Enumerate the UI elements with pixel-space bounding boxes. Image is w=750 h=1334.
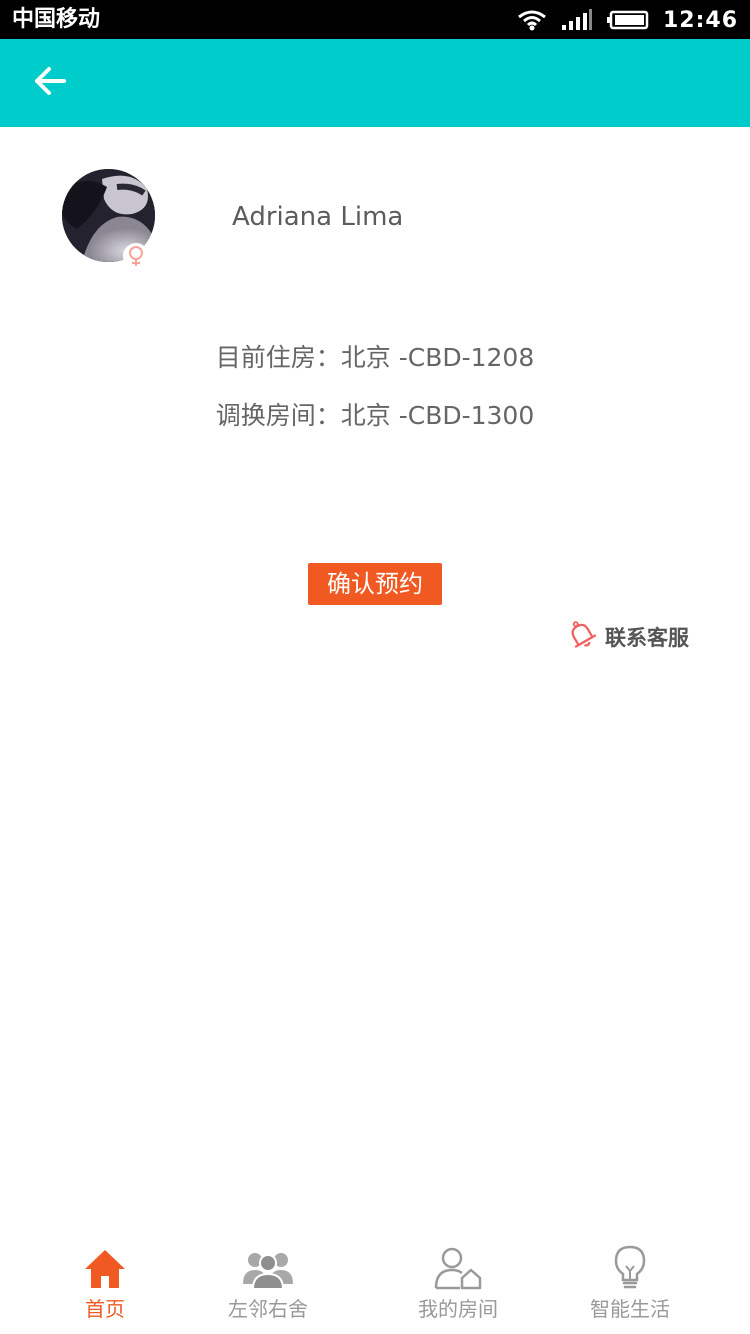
battery-icon [606, 10, 649, 30]
nav-item-smart-life[interactable]: 智能生活 [570, 1240, 690, 1330]
current-room-value: 北京 -CBD-1208 [340, 343, 535, 372]
lightbulb-icon [570, 1240, 690, 1290]
signal-icon [561, 9, 593, 31]
contact-service-button[interactable]: 联系客服 [565, 619, 689, 655]
carrier-name: 中国移动 [12, 7, 101, 32]
home-icon [45, 1240, 165, 1290]
current-room-line: 目前住房：北京 -CBD-1208 [0, 341, 750, 375]
people-icon [208, 1240, 328, 1290]
user-name: Adriana Lima [232, 202, 404, 232]
swap-room-line: 调换房间：北京 -CBD-1300 [0, 399, 750, 433]
swap-room-label: 调换房间： [215, 401, 341, 430]
bell-icon [565, 618, 599, 656]
status-icons: 12:46 [517, 5, 738, 35]
arrow-left-icon [33, 66, 67, 100]
confirm-booking-button[interactable]: 确认预约 [308, 563, 442, 605]
nav-label-my-room: 我的房间 [418, 1297, 498, 1321]
status-time: 12:46 [662, 7, 738, 33]
nav-item-my-room[interactable]: 我的房间 [398, 1240, 518, 1330]
nav-label-neighbors: 左邻右舍 [228, 1297, 308, 1321]
nav-item-home[interactable]: 首页 [45, 1240, 165, 1330]
user-house-icon [398, 1240, 518, 1290]
back-button[interactable] [28, 61, 72, 105]
app-header [0, 39, 750, 127]
wifi-icon [517, 9, 547, 31]
bottom-nav: 首页 左邻右舍 我的房间 智能生活 [0, 1230, 750, 1334]
nav-label-smart-life: 智能生活 [590, 1297, 670, 1321]
swap-room-value: 北京 -CBD-1300 [340, 401, 535, 430]
nav-label-home: 首页 [85, 1297, 125, 1321]
female-symbol-icon [123, 243, 149, 269]
current-room-label: 目前住房： [215, 343, 341, 372]
nav-item-neighbors[interactable]: 左邻右舍 [208, 1240, 328, 1330]
contact-service-label: 联系客服 [605, 626, 689, 650]
status-bar: 中国移动 12:46 [0, 0, 750, 39]
